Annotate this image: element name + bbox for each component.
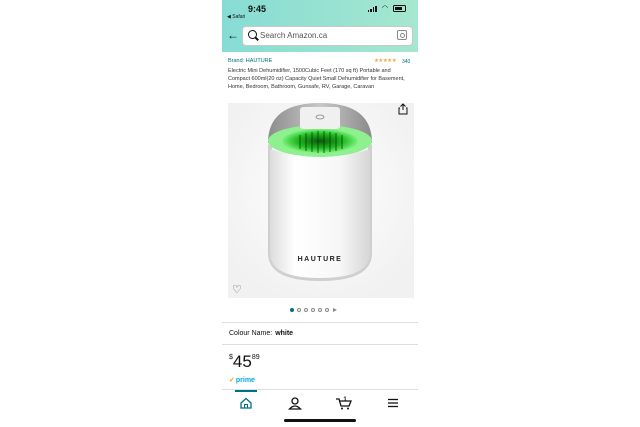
carousel-dot[interactable] [290,308,294,312]
product-logo-text: HAUTURE [298,256,343,263]
product-image[interactable]: HAUTURE [222,103,418,298]
person-icon[interactable] [283,395,307,411]
status-icons: ◠ [367,5,406,12]
color-selector[interactable]: Colour Name: white [229,330,293,337]
carousel-dot[interactable] [297,308,301,312]
back-to-safari-link[interactable]: ◀ Safari [227,14,245,20]
prime-check-icon: ✓ [229,377,235,384]
carousel-dot[interactable] [304,308,308,312]
cart-count: 1 [343,397,347,403]
back-arrow-icon[interactable]: ← [227,29,239,41]
menu-icon[interactable] [381,395,405,411]
price-whole: 45 [232,352,252,371]
price-fraction: 89 [251,354,260,361]
prime-badge: ✓prime [229,376,255,384]
color-value: white [275,330,294,337]
divider [222,322,418,323]
home-icon[interactable] [234,395,258,411]
status-time: 9:45 [248,4,267,14]
divider [222,344,418,345]
home-indicator [284,419,356,422]
cart-icon[interactable]: 1 [332,395,356,411]
rating-count[interactable]: 340 [402,59,410,65]
nav-active-indicator [235,390,257,392]
play-icon[interactable] [333,308,337,312]
camera-icon[interactable] [397,30,407,40]
prime-label: prime [235,377,255,384]
rating-stars-icon[interactable]: ★★★★★ [374,58,397,64]
heart-icon[interactable]: ♡ [232,285,242,296]
top-bar: 9:45 ◀ Safari ◠ ← Search Amazon.ca [222,0,418,52]
search-icon [248,30,257,39]
wifi-icon: ◠ [381,5,388,12]
product-title: Electric Mini Dehumidifier, 1500Cubic Fe… [228,68,405,90]
search-bar[interactable]: Search Amazon.ca [242,26,413,46]
brand-link[interactable]: Brand: HAUTURE [228,58,272,64]
price: $4589 [229,352,260,372]
phone-screen: 9:45 ◀ Safari ◠ ← Search Amazon.ca Brand… [222,0,418,427]
search-input[interactable]: Search Amazon.ca [260,31,327,40]
image-carousel-dots[interactable] [290,308,337,312]
carousel-dot[interactable] [311,308,315,312]
color-label: Colour Name: [229,330,273,337]
price-currency: $ [229,354,233,361]
carousel-dot[interactable] [318,308,322,312]
share-icon[interactable] [398,103,408,115]
carousel-dot[interactable] [325,308,329,312]
bottom-nav: 1 [222,389,418,427]
signal-icon [367,5,377,12]
battery-icon [393,5,406,12]
